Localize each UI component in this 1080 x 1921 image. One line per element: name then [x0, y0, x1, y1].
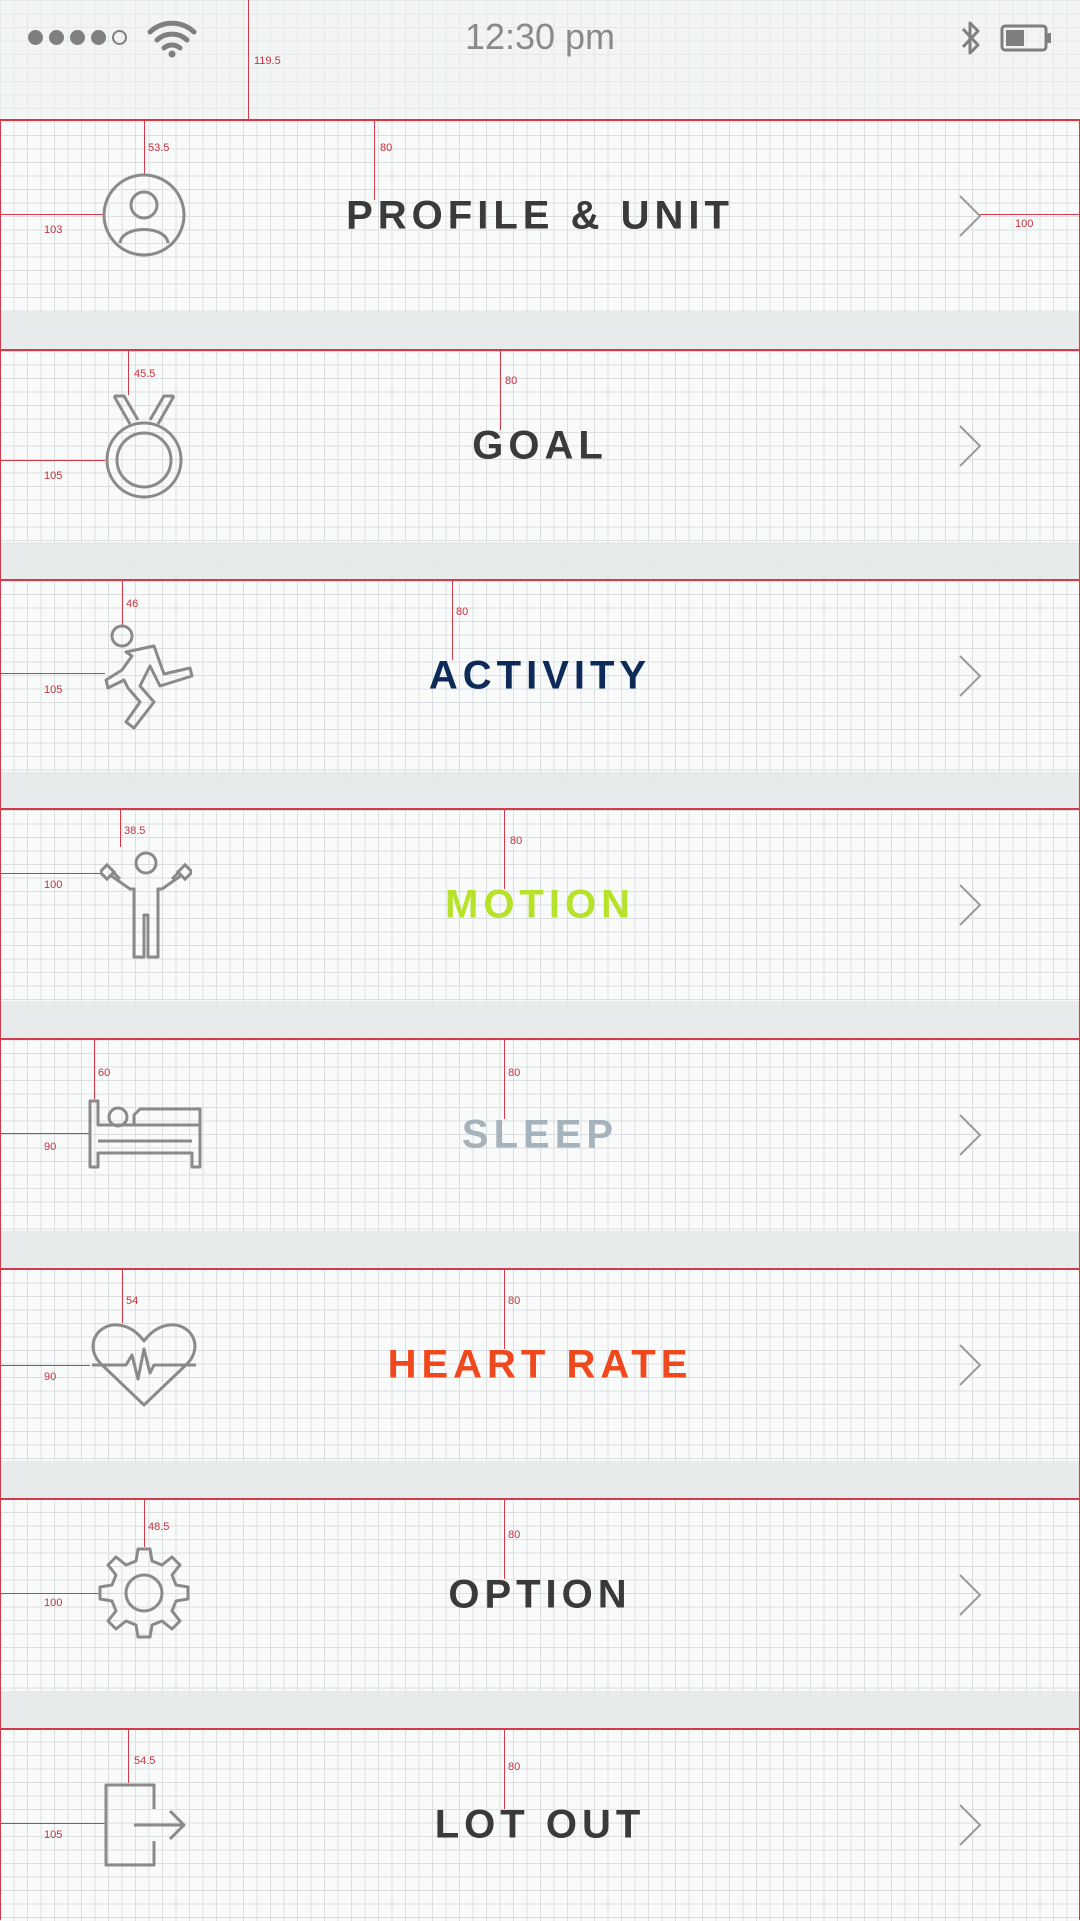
chevron-right-icon: [959, 425, 982, 467]
guide-line: [500, 350, 501, 430]
spacing-annotation: 119.5: [254, 55, 281, 67]
chevron-right-icon: [959, 884, 982, 926]
chevron-right-icon: [959, 1344, 982, 1386]
menu-item-label: ACTIVITY: [428, 653, 652, 698]
spacing-annotation: 38.5: [124, 825, 146, 837]
spacing-annotation: 46: [126, 598, 139, 610]
guide-line: [504, 1499, 505, 1579]
status-bar: 12:30 pm 119.5: [0, 0, 1080, 119]
guide-line: [452, 580, 453, 660]
menu-item-label: MOTION: [445, 882, 635, 927]
guide-line: [0, 119, 1, 1920]
guide-line: [128, 1729, 129, 1783]
spacing-annotation: 80: [508, 1761, 521, 1773]
guide-line: [504, 809, 505, 889]
guide-line: [120, 809, 121, 847]
spacing-annotation: 80: [505, 375, 518, 387]
chevron-right-icon: [959, 1114, 982, 1156]
battery-icon: [1000, 24, 1051, 52]
spacing-annotation: 80: [508, 1529, 521, 1541]
section-divider: [0, 772, 1080, 810]
bluetooth-icon: [961, 21, 980, 55]
chevron-right-icon: [959, 1574, 982, 1616]
guide-line: [144, 120, 145, 175]
chevron-right-icon: [959, 195, 982, 237]
spacing-annotation: 53.5: [148, 142, 170, 154]
menu-item-label: SLEEP: [461, 1112, 619, 1157]
spacing-annotation: 80: [508, 1067, 521, 1079]
guide-line: [504, 1269, 505, 1349]
menu-item-log-out[interactable]: 54.5 80 105 LOT OUT: [0, 1729, 1080, 1921]
guide-line: [0, 873, 100, 874]
guide-line: [122, 580, 123, 626]
section-divider: [0, 1001, 1080, 1039]
guide-line: [374, 120, 375, 200]
menu-item-profile-unit[interactable]: 53.5 80 103 100 PROFILE & UNIT: [0, 120, 1080, 312]
guide-line: [144, 1499, 145, 1547]
menu-item-goal[interactable]: 45.5 80 105 GOAL: [0, 350, 1080, 542]
status-time: 12:30 pm: [464, 16, 616, 57]
spacing-annotation: 45.5: [134, 368, 156, 380]
spacing-annotation: 80: [508, 1295, 521, 1307]
section-divider: [0, 1461, 1080, 1499]
menu-item-label: LOT OUT: [434, 1802, 646, 1847]
menu-item-heart-rate[interactable]: 54 80 90 HEART RATE: [0, 1269, 1080, 1461]
guide-line: [128, 350, 129, 395]
spacing-annotation: 60: [98, 1067, 111, 1079]
menu-item-label: HEART RATE: [387, 1342, 693, 1387]
menu-item-label: GOAL: [472, 423, 608, 468]
chevron-right-icon: [959, 655, 982, 697]
menu-item-sleep[interactable]: 60 80 90 SLEEP: [0, 1039, 1080, 1231]
guide-line: [504, 1039, 505, 1119]
guide-line: [122, 1269, 123, 1323]
section-divider: [0, 1691, 1080, 1729]
guide-line: [504, 1729, 505, 1809]
menu-item-option[interactable]: 48.5 80 100 OPTION: [0, 1499, 1080, 1691]
menu-item-activity[interactable]: 46 80 105 ACTIVITY: [0, 580, 1080, 772]
spacing-annotation: 80: [510, 835, 523, 847]
section-divider: [0, 1231, 1080, 1269]
spacing-annotation: 80: [456, 606, 469, 618]
guide-line: [94, 1039, 95, 1099]
section-divider: [0, 312, 1080, 350]
section-divider: [0, 542, 1080, 580]
spacing-annotation: 54: [126, 1295, 139, 1307]
guide-line: [248, 0, 249, 119]
spacing-annotation: 54.5: [134, 1755, 156, 1767]
menu-item-label: OPTION: [448, 1572, 632, 1617]
spacing-annotation: 48.5: [148, 1521, 170, 1533]
menu-item-motion[interactable]: 38.5 80 100 MOTION: [0, 809, 1080, 1001]
menu-item-label: PROFILE & UNIT: [346, 193, 734, 238]
spacing-annotation: 105: [44, 470, 63, 482]
chevron-right-icon: [959, 1804, 982, 1846]
spacing-annotation: 80: [380, 142, 393, 154]
